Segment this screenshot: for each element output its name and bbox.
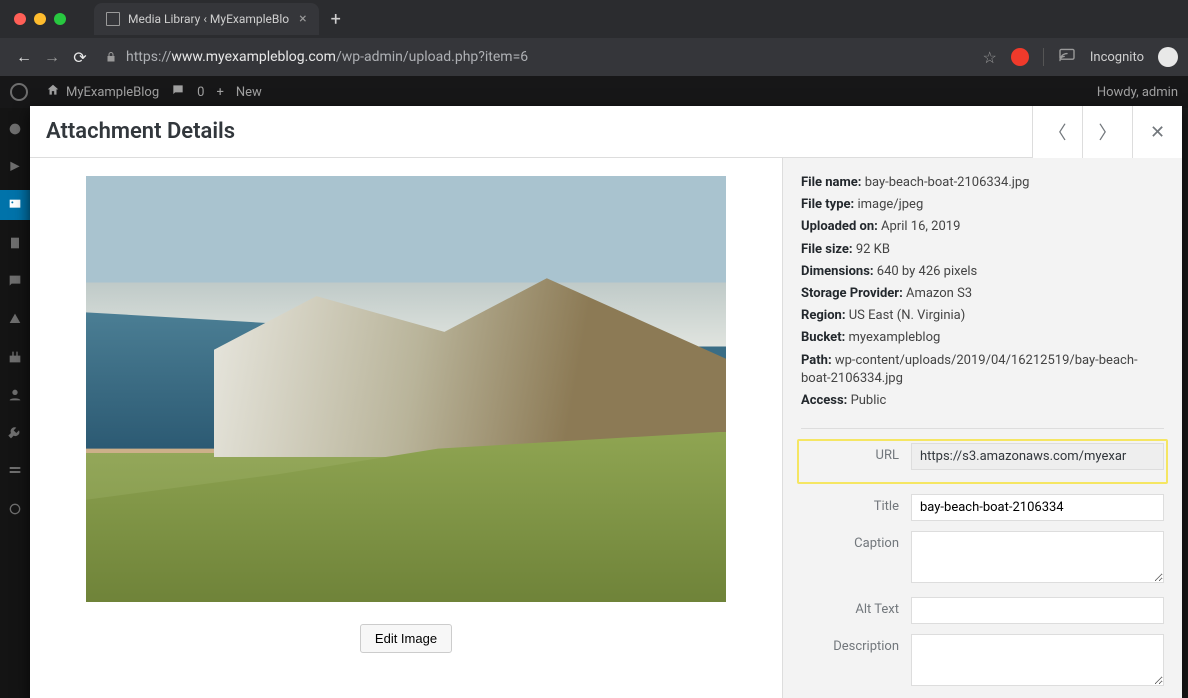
- modal-title: Attachment Details: [46, 119, 235, 144]
- meta-uploaded-on-label: Uploaded on:: [801, 219, 878, 234]
- plus-icon[interactable]: +: [216, 85, 223, 100]
- bookmark-icon[interactable]: ☆: [983, 48, 997, 67]
- meta-file-type-label: File type:: [801, 197, 854, 212]
- title-input[interactable]: [911, 494, 1164, 521]
- page-icon: [106, 12, 120, 26]
- meta-file-name: bay-beach-boat-2106334.jpg: [865, 175, 1030, 190]
- tab-title: Media Library ‹ MyExampleBlo: [128, 12, 289, 26]
- wp-admin-toolbar: MyExampleBlog 0 + New Howdy, admin: [0, 76, 1188, 108]
- sidebar-media[interactable]: [0, 190, 30, 220]
- sidebar-appearance[interactable]: [0, 304, 30, 334]
- description-label: Description: [801, 634, 911, 654]
- wp-admin-sidebar: [0, 108, 30, 698]
- description-input[interactable]: [911, 634, 1164, 686]
- howdy[interactable]: Howdy, admin: [1097, 85, 1178, 100]
- meta-file-size: 92 KB: [856, 242, 890, 257]
- comments-icon[interactable]: [171, 83, 185, 101]
- meta-region-label: Region:: [801, 308, 846, 323]
- meta-path: wp-content/uploads/2019/04/16212519/bay-…: [801, 353, 1138, 386]
- url-prefix: https://: [126, 49, 171, 65]
- divider: [1043, 48, 1044, 66]
- meta-file-name-label: File name:: [801, 175, 861, 190]
- url-field[interactable]: https://www.myexampleblog.com/wp-admin/u…: [104, 49, 973, 65]
- meta-path-label: Path:: [801, 353, 832, 368]
- comments-count[interactable]: 0: [197, 85, 204, 100]
- attachment-metadata: File name: bay-beach-boat-2106334.jpg Fi…: [801, 174, 1164, 429]
- meta-file-type: image/jpeg: [857, 197, 923, 212]
- sidebar-collapse[interactable]: [0, 494, 30, 524]
- meta-file-size-label: File size:: [801, 242, 853, 257]
- url-input[interactable]: [911, 443, 1164, 470]
- window-minimize-button[interactable]: [34, 13, 46, 25]
- next-attachment-button[interactable]: 〉: [1082, 106, 1132, 158]
- browser-chrome: Media Library ‹ MyExampleBlo × + ← → ⟳ h…: [0, 0, 1188, 76]
- sidebar-comments[interactable]: [0, 266, 30, 296]
- media-preview-panel: Edit Image: [30, 158, 782, 698]
- meta-access-label: Access:: [801, 393, 847, 408]
- window-maximize-button[interactable]: [54, 13, 66, 25]
- caption-input[interactable]: [911, 531, 1164, 583]
- meta-bucket: myexampleblog: [848, 330, 940, 345]
- meta-dimensions: 640 by 426 pixels: [877, 264, 977, 279]
- meta-region: US East (N. Virginia): [849, 308, 966, 323]
- extension-icon[interactable]: [1011, 48, 1029, 66]
- titlebar: Media Library ‹ MyExampleBlo × +: [0, 0, 1188, 38]
- sidebar-plugins[interactable]: [0, 342, 30, 372]
- wp-logo-icon[interactable]: [10, 83, 28, 101]
- site-name[interactable]: MyExampleBlog: [66, 85, 159, 100]
- back-button[interactable]: ←: [10, 47, 38, 67]
- sidebar-dashboard[interactable]: [0, 114, 30, 144]
- attachment-details-modal: Attachment Details 〈 〉 ✕ Edit Image File…: [30, 106, 1182, 698]
- meta-dimensions-label: Dimensions:: [801, 264, 874, 279]
- meta-storage-label: Storage Provider:: [801, 286, 903, 301]
- incognito-label: Incognito: [1090, 50, 1144, 65]
- sidebar-settings[interactable]: [0, 456, 30, 486]
- address-bar: ← → ⟳ https://www.myexampleblog.com/wp-a…: [0, 38, 1188, 76]
- prev-attachment-button[interactable]: 〈: [1032, 106, 1082, 158]
- forward-button[interactable]: →: [38, 47, 66, 67]
- tab-close-icon[interactable]: ×: [299, 11, 306, 27]
- url-field-highlight: URL: [797, 439, 1168, 484]
- meta-access: Public: [851, 393, 887, 408]
- sidebar-tools[interactable]: [0, 418, 30, 448]
- edit-image-button[interactable]: Edit Image: [360, 624, 452, 653]
- browser-tab[interactable]: Media Library ‹ MyExampleBlo ×: [94, 3, 319, 35]
- url-host: www.myexampleblog.com: [171, 49, 336, 65]
- title-label: Title: [801, 494, 911, 514]
- window-close-button[interactable]: [14, 13, 26, 25]
- lock-icon: [104, 50, 118, 64]
- close-modal-button[interactable]: ✕: [1132, 106, 1182, 158]
- attachment-image: [86, 176, 726, 602]
- alt-text-input[interactable]: [911, 597, 1164, 624]
- caption-label: Caption: [801, 531, 911, 551]
- url-path: /wp-admin/upload.php?item=6: [336, 49, 528, 65]
- meta-uploaded-on: April 16, 2019: [881, 219, 960, 234]
- sidebar-posts[interactable]: [0, 152, 30, 182]
- meta-bucket-label: Bucket:: [801, 330, 845, 345]
- sidebar-pages[interactable]: [0, 228, 30, 258]
- incognito-icon: [1158, 47, 1178, 67]
- home-icon[interactable]: [46, 83, 60, 101]
- reload-button[interactable]: ⟳: [66, 48, 94, 67]
- alt-text-label: Alt Text: [801, 597, 911, 617]
- meta-storage: Amazon S3: [906, 286, 972, 301]
- modal-header: Attachment Details 〈 〉 ✕: [30, 106, 1182, 158]
- url-label: URL: [801, 443, 911, 463]
- new-tab-button[interactable]: +: [331, 9, 341, 30]
- sidebar-users[interactable]: [0, 380, 30, 410]
- attachment-sidebar: File name: bay-beach-boat-2106334.jpg Fi…: [782, 158, 1182, 698]
- cast-icon[interactable]: [1058, 48, 1076, 66]
- new-label[interactable]: New: [236, 85, 262, 100]
